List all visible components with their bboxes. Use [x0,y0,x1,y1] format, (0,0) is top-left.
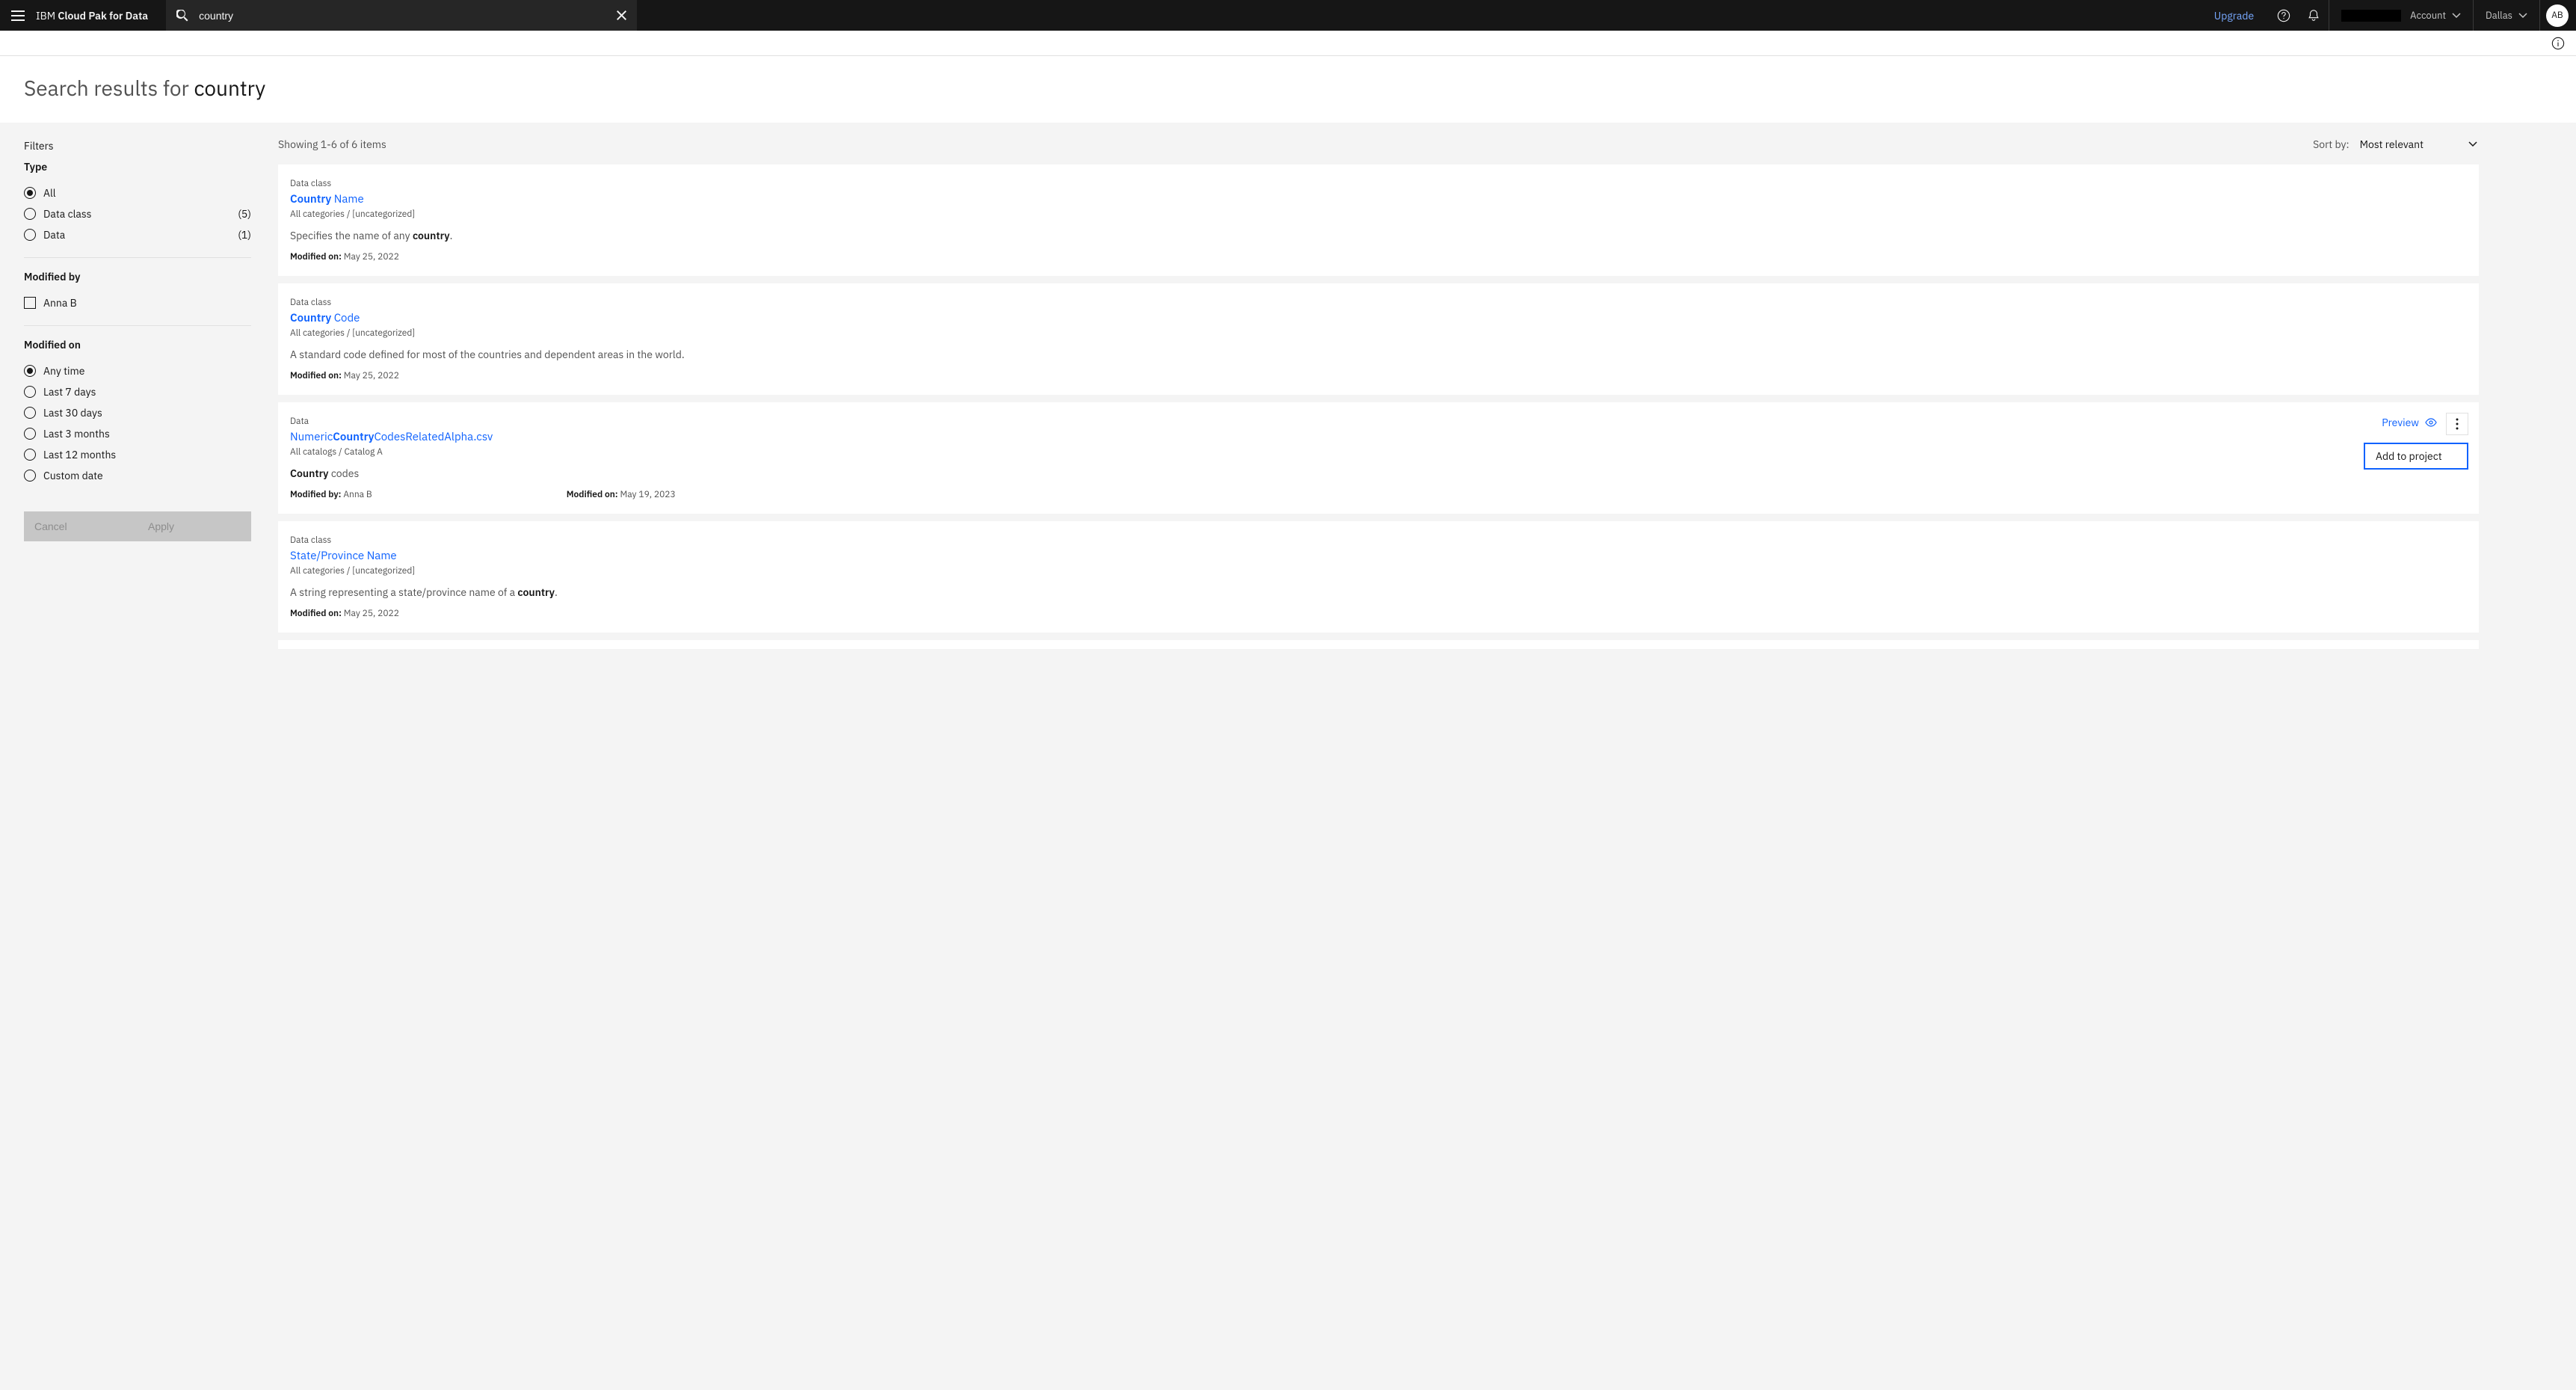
filter-modifiedon-title: Modified on [24,338,251,351]
clear-search-icon[interactable] [607,0,637,31]
results-header: Showing 1-6 of 6 items Sort by: Most rel… [278,138,2479,151]
radio-icon [24,208,36,220]
result-title-link[interactable]: State/Province Name [290,549,2465,563]
result-meta: Modified on: May 25, 2022 [290,251,2465,262]
filter-type-all[interactable]: All [24,182,251,203]
result-path: All categories / [uncategorized] [290,327,2465,339]
result-description: Country codes [290,467,2465,480]
help-icon[interactable] [2269,0,2299,31]
result-card [278,640,2479,649]
chevron-down-icon [2518,13,2527,19]
result-path: All categories / [uncategorized] [290,565,2465,576]
showing-count: Showing 1-6 of 6 items [278,138,386,151]
radio-icon [24,229,36,241]
page-title-section: Search results for country [0,56,2576,123]
result-card: Data class State/Province Name All categ… [278,521,2479,633]
result-meta: Modified on: May 25, 2022 [290,608,2465,619]
search-icon [166,10,199,22]
avatar[interactable]: AB [2546,4,2569,27]
result-card: Data class Country Name All categories /… [278,164,2479,276]
region-dropdown[interactable]: Dallas [2474,0,2539,31]
top-header: IBM Cloud Pak for Data Upgrade Account D… [0,0,2576,31]
result-description: A standard code defined for most of the … [290,348,2465,361]
notifications-icon[interactable] [2299,0,2329,31]
menu-icon[interactable] [0,0,36,31]
upgrade-link[interactable]: Upgrade [2199,9,2269,22]
filter-modifiedby-title: Modified by [24,270,251,283]
eye-icon [2425,418,2437,427]
result-meta: Modified on: May 25, 2022 [290,370,2465,381]
radio-icon [24,365,36,377]
chevron-down-icon [2452,13,2461,19]
chevron-down-icon [2468,141,2477,147]
filter-modifiedon-7days[interactable]: Last 7 days [24,381,251,402]
radio-icon [24,470,36,482]
radio-icon [24,428,36,440]
radio-icon [24,187,36,199]
results-panel: Showing 1-6 of 6 items Sort by: Most rel… [268,123,2576,1390]
global-search [166,0,637,31]
filter-type-data[interactable]: Data (1) [24,224,251,245]
overflow-menu: Add to project [2364,443,2468,470]
result-type: Data class [290,535,2465,546]
result-card: Preview Add to project Data NumericCount… [278,402,2479,514]
sort-label: Sort by: [2313,138,2349,151]
result-title-link[interactable]: NumericCountryCodesRelatedAlpha.csv [290,430,2465,444]
checkbox-icon [24,297,36,309]
filter-modifiedon-12months[interactable]: Last 12 months [24,444,251,465]
filter-modifiedon-anytime[interactable]: Any time [24,360,251,381]
main-content: Filters Type All Data class (5) Data (1)… [0,123,2576,1390]
filter-modifiedon-30days[interactable]: Last 30 days [24,402,251,423]
filters-panel: Filters Type All Data class (5) Data (1)… [0,123,268,1390]
result-description: A string representing a state/province n… [290,585,2465,599]
result-type: Data [290,416,2465,427]
account-id-redacted [2341,10,2401,22]
filter-type-title: Type [24,160,251,173]
region-label: Dallas [2486,9,2512,22]
radio-icon [24,449,36,461]
sub-toolbar [0,31,2576,56]
add-to-project-item[interactable]: Add to project [2365,444,2467,468]
result-type: Data class [290,178,2465,189]
radio-icon [24,407,36,419]
sort-value: Most relevant [2360,138,2424,151]
top-actions: Upgrade Account Dallas AB [2199,0,2576,31]
card-actions: Preview Add to project [2382,413,2468,435]
result-title-link[interactable]: Country Name [290,192,2465,206]
radio-icon [24,386,36,398]
result-title-link[interactable]: Country Code [290,311,2465,325]
apply-button[interactable]: Apply [138,511,251,541]
result-path: All categories / [uncategorized] [290,209,2465,220]
result-meta: Modified by: Anna B Modified on: May 19,… [290,489,2465,500]
search-input[interactable] [199,0,607,31]
cancel-button[interactable]: Cancel [24,511,138,541]
filter-modifiedon-custom[interactable]: Custom date [24,465,251,486]
filters-heading: Filters [24,139,251,153]
result-path: All catalogs / Catalog A [290,446,2465,458]
page-title: Search results for country [24,74,2552,102]
result-card: Data class Country Code All categories /… [278,283,2479,395]
sort-dropdown[interactable]: Most relevant [2360,138,2477,151]
result-description: Specifies the name of any country. [290,229,2465,242]
overflow-menu-icon[interactable] [2446,413,2468,435]
filter-type-data-class[interactable]: Data class (5) [24,203,251,224]
info-icon[interactable] [2549,34,2567,52]
account-dropdown[interactable]: Account [2329,0,2473,31]
preview-button[interactable]: Preview [2382,413,2437,429]
sort-by: Sort by: Most relevant [2313,138,2477,151]
brand-label: IBM Cloud Pak for Data [36,9,166,22]
account-label: Account [2410,9,2446,22]
result-type: Data class [290,297,2465,308]
filter-modifiedby-anna[interactable]: Anna B [24,292,251,313]
filter-modifiedon-3months[interactable]: Last 3 months [24,423,251,444]
